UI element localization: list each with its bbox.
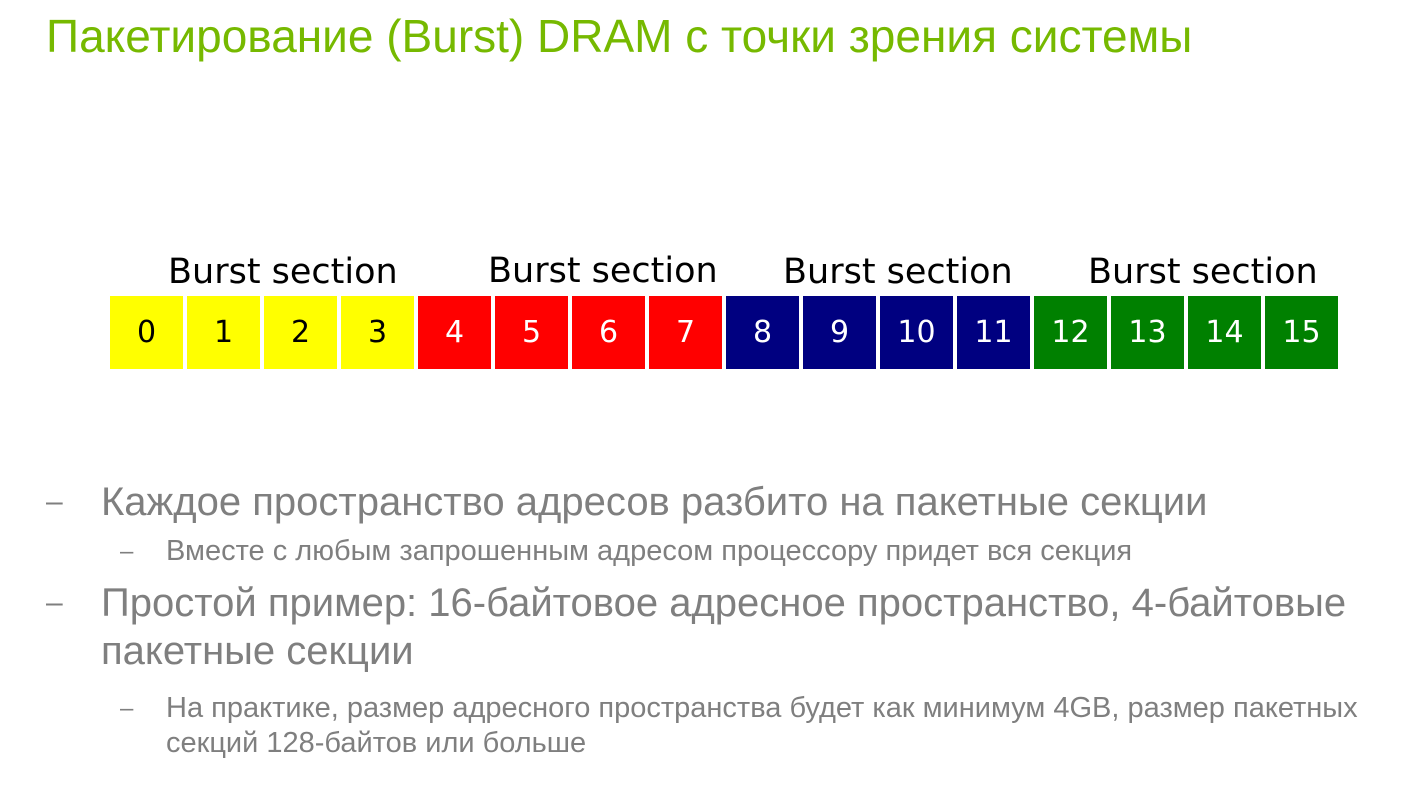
address-cell: 3 [339, 294, 416, 371]
address-cell: 4 [416, 294, 493, 371]
sub-bullet-item: – Вместе с любым запрошенным адресом про… [46, 534, 1406, 569]
address-cell: 14 [1186, 294, 1263, 371]
address-cell: 7 [647, 294, 724, 371]
bullet-dash: – [46, 586, 63, 619]
address-cell: 11 [955, 294, 1032, 371]
burst-section-label: Burst section [1088, 252, 1318, 292]
address-cell: 1 [185, 294, 262, 371]
address-cell: 15 [1263, 294, 1340, 371]
address-cell: 2 [262, 294, 339, 371]
burst-section-label: Burst section [488, 251, 718, 291]
slide-title: Пакетирование (Burst) DRAM с точки зрени… [46, 10, 1193, 62]
address-cell: 12 [1032, 294, 1109, 371]
address-cell-row: 0 1 2 3 4 5 6 7 8 9 10 11 12 13 14 15 [108, 294, 1340, 371]
address-cell: 0 [108, 294, 185, 371]
burst-section-label: Burst section [168, 252, 398, 292]
bullet-text: Каждое пространство адресов разбито на п… [101, 480, 1208, 524]
bullet-dash: – [46, 485, 63, 518]
address-cell: 10 [878, 294, 955, 371]
address-cell: 6 [570, 294, 647, 371]
address-cell: 9 [801, 294, 878, 371]
bullet-item: – Каждое пространство адресов разбито на… [46, 478, 1406, 526]
address-cell: 5 [493, 294, 570, 371]
sub-bullet-text: Вместе с любым запрошенным адресом проце… [166, 535, 1133, 567]
bullet-text: Простой пример: 16-байтовое адресное про… [101, 581, 1347, 673]
address-cell: 13 [1109, 294, 1186, 371]
bullet-list: – Каждое пространство адресов разбито на… [46, 478, 1406, 761]
sub-bullet-item: – На практике, размер адресного простран… [46, 691, 1406, 761]
address-cell: 8 [724, 294, 801, 371]
sub-bullet-text: На практике, размер адресного пространст… [166, 692, 1358, 759]
bullet-item: – Простой пример: 16-байтовое адресное п… [46, 579, 1406, 675]
burst-section-label: Burst section [783, 252, 1013, 292]
bullet-dash: – [120, 538, 134, 565]
bullet-dash: – [120, 695, 134, 722]
